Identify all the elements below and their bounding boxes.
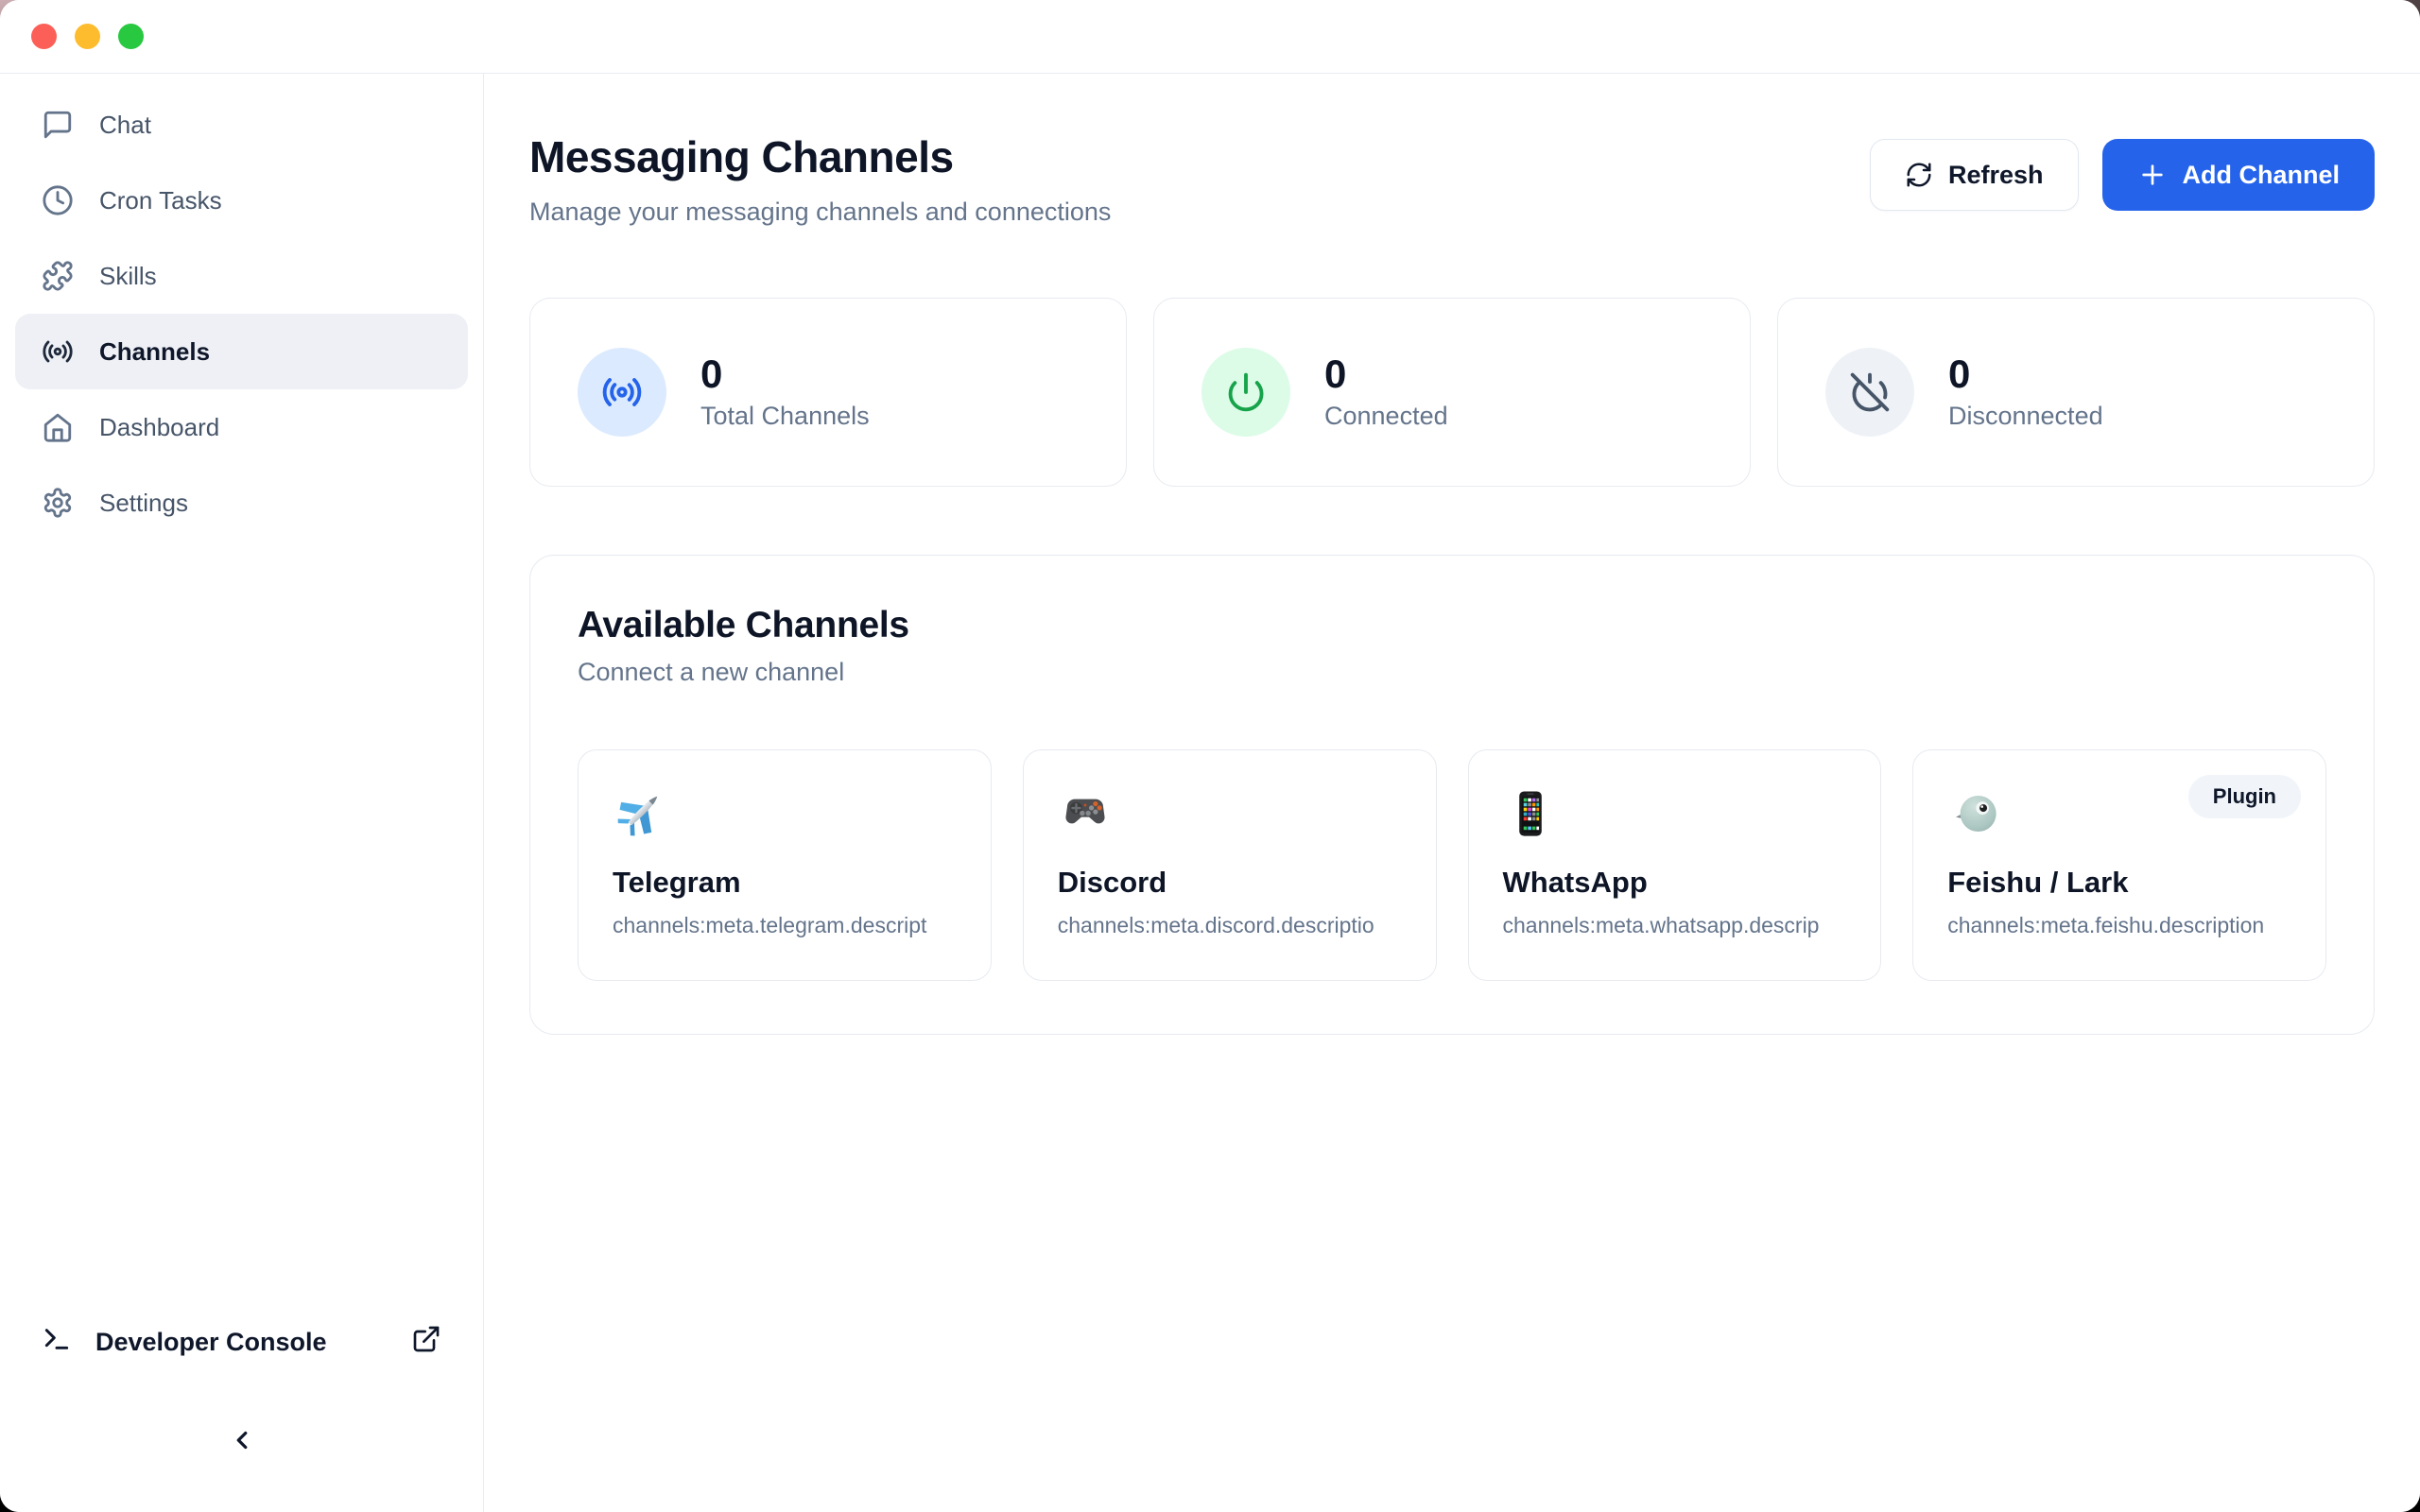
sidebar-item-channels[interactable]: Channels bbox=[15, 314, 468, 389]
chat-bubble-icon bbox=[42, 109, 74, 141]
available-channels-title: Available Channels bbox=[578, 605, 2326, 646]
plus-icon bbox=[2137, 160, 2168, 190]
titlebar bbox=[0, 0, 2420, 74]
bird-emoji bbox=[1947, 786, 2002, 841]
stat-value: 0 bbox=[1948, 354, 2103, 394]
stat-card-total-channels: 0 Total Channels bbox=[529, 298, 1127, 487]
puzzle-icon bbox=[42, 260, 74, 292]
available-channels-subtitle: Connect a new channel bbox=[578, 658, 2326, 687]
stat-label: Total Channels bbox=[700, 402, 870, 431]
sidebar-item-chat[interactable]: Chat bbox=[15, 87, 468, 163]
sidebar-item-dashboard[interactable]: Dashboard bbox=[15, 389, 468, 465]
sidebar: Chat Cron Tasks Skills bbox=[0, 74, 484, 1512]
sidebar-item-label: Chat bbox=[99, 111, 151, 140]
channel-card-whatsapp[interactable]: WhatsApp channels:meta.whatsapp.descrip bbox=[1468, 749, 1882, 981]
refresh-icon bbox=[1905, 161, 1933, 189]
refresh-button[interactable]: Refresh bbox=[1870, 139, 2079, 211]
developer-console-label: Developer Console bbox=[95, 1328, 327, 1357]
minimize-button[interactable] bbox=[75, 24, 100, 49]
channel-name: Feishu / Lark bbox=[1947, 866, 2291, 900]
channel-card-telegram[interactable]: Telegram channels:meta.telegram.descript bbox=[578, 749, 992, 981]
sidebar-item-cron-tasks[interactable]: Cron Tasks bbox=[15, 163, 468, 238]
radio-icon bbox=[578, 348, 666, 437]
channel-name: Telegram bbox=[613, 866, 957, 900]
stat-value: 0 bbox=[1324, 354, 1448, 394]
sidebar-nav: Chat Cron Tasks Skills bbox=[0, 87, 483, 541]
stat-label: Disconnected bbox=[1948, 402, 2103, 431]
sidebar-item-label: Settings bbox=[99, 489, 188, 518]
channel-name: WhatsApp bbox=[1503, 866, 1847, 900]
chevron-left-icon bbox=[228, 1426, 256, 1459]
zoom-button[interactable] bbox=[118, 24, 144, 49]
page-subtitle: Manage your messaging channels and conne… bbox=[529, 198, 1111, 227]
power-off-icon bbox=[1825, 348, 1914, 437]
stat-value: 0 bbox=[700, 354, 870, 394]
available-channels-panel: Available Channels Connect a new channel bbox=[529, 555, 2375, 1035]
stat-card-disconnected: 0 Disconnected bbox=[1777, 298, 2375, 487]
channel-description: channels:meta.telegram.descript bbox=[613, 913, 957, 938]
home-icon bbox=[42, 411, 74, 443]
add-channel-button[interactable]: Add Channel bbox=[2102, 139, 2376, 211]
page-title: Messaging Channels bbox=[529, 131, 1111, 182]
app-window: Chat Cron Tasks Skills bbox=[0, 0, 2420, 1512]
external-link-icon[interactable] bbox=[411, 1324, 441, 1361]
channel-description: channels:meta.discord.descriptio bbox=[1058, 913, 1402, 938]
sidebar-footer: Developer Console bbox=[0, 1311, 483, 1512]
sidebar-item-settings[interactable]: Settings bbox=[15, 465, 468, 541]
sidebar-item-label: Skills bbox=[99, 262, 157, 291]
channel-card-discord[interactable]: Discord channels:meta.discord.descriptio bbox=[1023, 749, 1437, 981]
clock-icon bbox=[42, 184, 74, 216]
close-button[interactable] bbox=[31, 24, 57, 49]
stat-label: Connected bbox=[1324, 402, 1448, 431]
power-icon bbox=[1201, 348, 1290, 437]
terminal-icon bbox=[42, 1324, 72, 1361]
channel-name: Discord bbox=[1058, 866, 1402, 900]
stat-card-connected: 0 Connected bbox=[1153, 298, 1751, 487]
main-content: Messaging Channels Manage your messaging… bbox=[484, 74, 2420, 1512]
mobile-phone-emoji bbox=[1503, 786, 1558, 841]
channel-card-feishu[interactable]: Plugin Feishu bbox=[1912, 749, 2326, 981]
game-controller-emoji bbox=[1058, 786, 1113, 841]
sidebar-item-label: Channels bbox=[99, 337, 210, 367]
developer-console-link[interactable]: Developer Console bbox=[0, 1311, 483, 1374]
sidebar-item-label: Cron Tasks bbox=[99, 186, 222, 215]
airplane-emoji bbox=[613, 786, 667, 841]
channel-description: channels:meta.whatsapp.descrip bbox=[1503, 913, 1847, 938]
plugin-badge: Plugin bbox=[2188, 775, 2301, 818]
channel-description: channels:meta.feishu.description bbox=[1947, 913, 2291, 938]
sidebar-item-skills[interactable]: Skills bbox=[15, 238, 468, 314]
radio-icon bbox=[42, 335, 74, 368]
collapse-sidebar-button[interactable] bbox=[214, 1414, 270, 1470]
gear-icon bbox=[42, 487, 74, 519]
sidebar-item-label: Dashboard bbox=[99, 413, 219, 442]
